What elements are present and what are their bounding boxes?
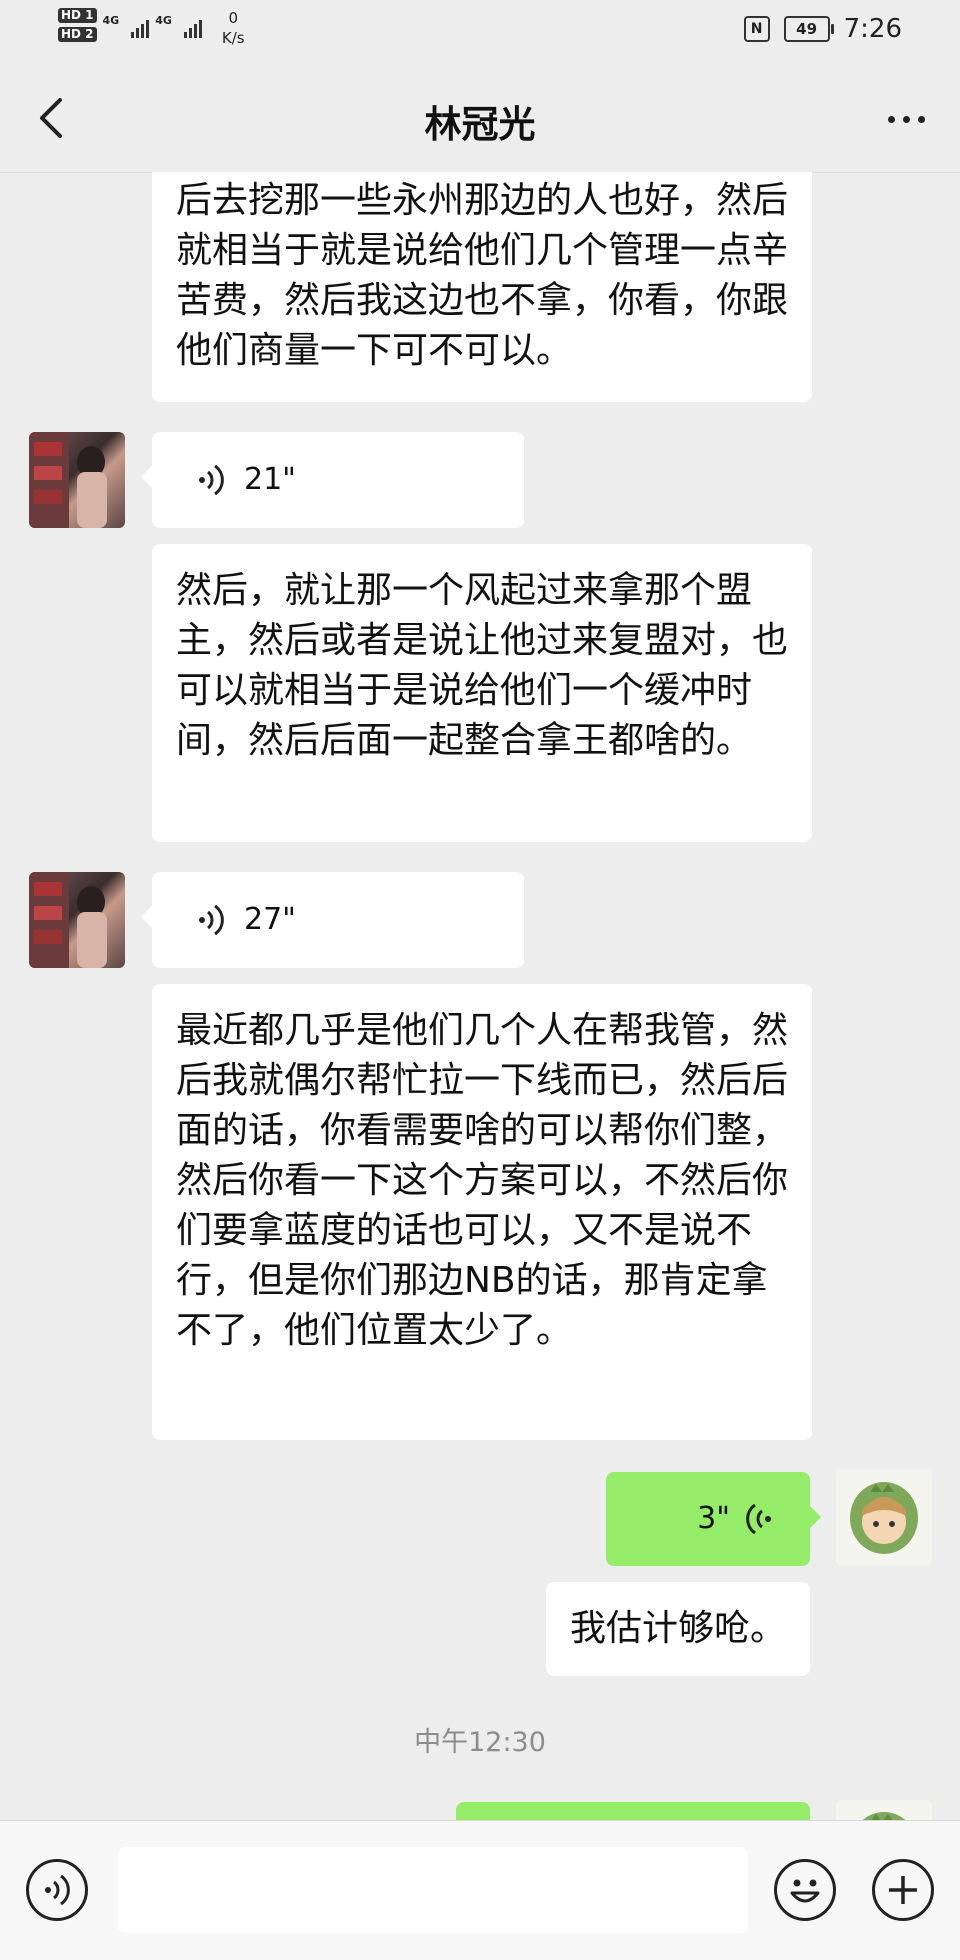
message-bubble-text[interactable]: 后去挖那一些永州那边的人也好，然后就相当于就是说给他们几个管理一点辛苦费，然后我… [152,172,812,402]
voice-wave-icon [199,904,224,936]
sim-indicators: HD 1 HD 2 [58,8,97,42]
voice-wave-icon [45,1874,70,1906]
nfc-icon: N [743,16,770,42]
message-text: 然后，就让那一个风起过来拿那个盟主，然后或者是说让他过来复盟对，也可以就相当于是… [176,570,789,761]
clock: 7:26 [843,14,902,44]
avatar-image [850,1482,918,1554]
sim1-label: HD 1 [58,8,97,23]
avatar-image [29,872,107,968]
message-timestamp: 中午12:30 [414,1727,546,1758]
signal-icon [183,8,202,38]
avatar[interactable] [29,872,125,968]
status-bar: HD 1 HD 2 4G 4G 0 K/s N 49 7:26 [0,0,960,64]
voice-message-sent[interactable]: 3" [606,1472,810,1566]
status-right: N 49 7:26 [743,14,902,44]
message-text: 我估计够呛。 [570,1608,787,1649]
network-speed: 0 K/s [222,8,245,48]
voice-wave-icon [746,1503,771,1535]
status-left: HD 1 HD 2 4G 4G 0 K/s [58,8,245,48]
message-bubble-text[interactable]: 然后，就让那一个风起过来拿那个盟主，然后或者是说让他过来复盟对，也可以就相当于是… [152,544,812,842]
speed-value: 0 [228,9,239,27]
voice-message[interactable]: 27" [152,872,524,968]
more-dots-icon [887,115,895,123]
sim2-label: HD 2 [58,27,97,42]
voice-duration: 3" [697,1501,730,1536]
voice-duration: 21" [244,462,296,497]
plus-button[interactable] [872,1859,934,1921]
avatar-self[interactable] [836,1470,932,1566]
signal-icon [131,8,150,38]
voice-input-button[interactable] [26,1859,88,1921]
avatar-image [29,432,107,528]
message-bubble-text[interactable]: 我估计够呛。 [546,1582,810,1676]
avatar[interactable] [29,432,125,528]
chat-title: 林冠光 [424,103,536,146]
network-type-2: 4G [155,14,172,27]
voice-message[interactable]: 21" [152,432,524,528]
message-input[interactable] [118,1847,748,1933]
chat-header: 林冠光 [0,64,960,173]
battery-level: 49 [796,20,818,38]
plus-icon [889,1876,917,1904]
emoji-button[interactable] [774,1859,836,1921]
message-bubble-text[interactable]: 最近都几乎是他们几个人在帮我管，然后我就偶尔帮忙拉一下线而已，然后后面的话，你看… [152,984,812,1440]
battery-icon: 49 [783,16,834,42]
message-text: 后去挖那一些永州那边的人也好，然后就相当于就是说给他们几个管理一点辛苦费，然后我… [176,180,789,371]
emoji-icon [790,1879,820,1903]
more-button[interactable] [878,104,934,134]
voice-wave-icon [199,464,224,496]
speed-unit: K/s [221,29,245,47]
voice-duration: 27" [244,902,296,937]
message-text: 最近都几乎是他们几个人在帮我管，然后我就偶尔帮忙拉一下线而已，然后后面的话，你看… [176,1010,789,1351]
network-type-1: 4G [102,14,120,27]
input-bar [0,1820,960,1960]
